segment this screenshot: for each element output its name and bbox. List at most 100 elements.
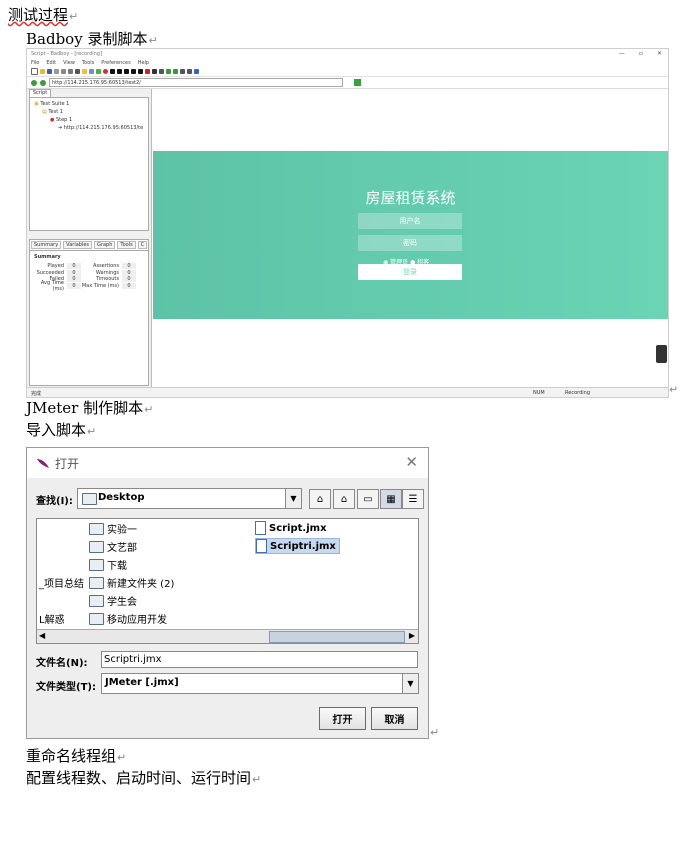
badboy-left-panel: Script ▣ Test Suite 1 ▤ Test 1 ● Step 1 … [27, 89, 152, 387]
minimize-icon[interactable]: — [619, 50, 625, 57]
summary-label: Warnings [95, 269, 119, 276]
horizontal-scrollbar[interactable]: ◀ ▶ [37, 629, 418, 643]
n-icon[interactable] [145, 69, 150, 74]
filename-input[interactable]: Scriptri.jmx [101, 651, 418, 668]
status-recording: Recording [565, 390, 591, 396]
tab-graph[interactable]: Graph [94, 241, 116, 249]
summary-value: 0 [67, 276, 81, 283]
tab-c[interactable]: C [137, 241, 148, 249]
home-icon[interactable]: ⌂ [333, 489, 355, 509]
badboy-title-bar: Script - Badboy - [recording] — ▫ ✕ [27, 49, 668, 59]
open-button[interactable]: 打开 [319, 707, 366, 730]
check-icon[interactable] [166, 69, 171, 74]
summary-value: 0 [122, 263, 136, 270]
chevron-down-icon[interactable]: ▼ [402, 674, 418, 693]
filetype-combo[interactable]: JMeter [.jmx] ▼ [101, 673, 419, 694]
bulb-icon[interactable] [82, 69, 87, 74]
link-icon[interactable] [187, 69, 192, 74]
tree-test[interactable]: ▤ Test 1 [42, 109, 63, 115]
folder-item[interactable]: 文艺部 [89, 539, 137, 554]
summary-row: Avg Time (ms) 0 Max Time (ms) 0 [30, 280, 148, 292]
scroll-thumb[interactable] [269, 631, 405, 643]
tree-step[interactable]: ● Step 1 [50, 117, 72, 123]
close-icon[interactable]: ✕ [657, 50, 662, 57]
url-input[interactable]: http://114.215.176.95:60513/test2/ [49, 78, 343, 87]
up-one-level-icon[interactable]: ⌂ [309, 489, 331, 509]
menu-edit[interactable]: Edit [46, 60, 56, 66]
look-in-value: Desktop [98, 492, 145, 503]
heading-rename: 重命名线程组↵ [26, 747, 127, 765]
folder-item[interactable]: 移动应用开发 [89, 611, 167, 626]
username-input[interactable]: 用户名 [358, 213, 462, 229]
stop-icon[interactable] [110, 69, 115, 74]
folder-item[interactable]: 下载 [89, 557, 127, 572]
record-icon[interactable] [103, 69, 108, 74]
status-num: NUM [533, 390, 545, 396]
badboy-status-bar: 完成 NUM Recording [27, 387, 668, 397]
file-item-selected[interactable]: Scriptri.jmx [255, 538, 340, 554]
folder-icon [89, 540, 104, 553]
capture-icon[interactable] [152, 69, 157, 74]
summary-label: Succeeded [36, 269, 64, 276]
chevron-down-icon[interactable]: ▼ [285, 489, 301, 508]
tab-tools[interactable]: Tools [117, 241, 136, 249]
filename-label: 文件名(N): [36, 658, 88, 669]
heading-config: 配置线程数、启动时间、运行时间↵ [26, 769, 262, 787]
summary-rows: Played 0 Assertions 0 Succeeded 0 Warnings 0 Fai… [30, 263, 148, 292]
tab-summary[interactable]: Summary [31, 241, 62, 249]
cut-icon[interactable] [54, 69, 59, 74]
folder-item[interactable]: 实验一 [89, 521, 137, 536]
folder-item[interactable]: 新建文件夹 (2) [89, 575, 174, 590]
print-icon[interactable] [75, 69, 80, 74]
play-all-icon[interactable] [96, 69, 101, 74]
side-widget-icon[interactable] [656, 345, 667, 363]
paste-icon[interactable] [68, 69, 73, 74]
copy-icon[interactable] [61, 69, 66, 74]
login-button[interactable]: 登录 [358, 264, 462, 280]
cut-item[interactable]: L解惑 [39, 611, 65, 626]
play-icon[interactable] [117, 69, 122, 74]
new-icon[interactable] [31, 68, 38, 75]
maximize-icon[interactable]: ▫ [639, 50, 643, 57]
folder-icon [82, 493, 97, 505]
open-icon[interactable] [40, 69, 45, 74]
list-view-icon[interactable]: ▦ [380, 489, 402, 509]
folder-item[interactable]: 学生会 [89, 593, 137, 608]
dollar-icon[interactable] [173, 69, 178, 74]
tree-suite[interactable]: ▣ Test Suite 1 [34, 101, 69, 107]
scroll-left-icon[interactable]: ◀ [39, 631, 45, 640]
back-icon[interactable] [31, 79, 37, 86]
close-icon[interactable]: ✕ [405, 453, 418, 471]
cut-item[interactable]: _项目总结 [39, 575, 84, 590]
menu-tools[interactable]: Tools [82, 60, 94, 66]
step-icon[interactable] [124, 69, 129, 74]
cancel-button[interactable]: 取消 [371, 707, 418, 730]
save-icon[interactable] [47, 69, 52, 74]
properties-icon[interactable] [89, 69, 94, 74]
skip-icon[interactable] [131, 69, 136, 74]
open-dialog: 打开 ✕ 查找(I): Desktop ▼ ⌂ ⌂ ▭ ▦ ☰ 实验一 文艺部 … [26, 447, 429, 739]
file-item[interactable]: Script.jmx [255, 521, 327, 535]
return-mark: ↵ [69, 10, 79, 23]
new-folder-icon[interactable]: ▭ [357, 489, 379, 509]
grid-icon[interactable] [159, 69, 164, 74]
variable-icon[interactable] [180, 69, 185, 74]
menu-file[interactable]: File [31, 60, 39, 66]
menu-preferences[interactable]: Preferences [101, 60, 130, 66]
return-mark: ↵ [117, 751, 127, 764]
go-icon[interactable] [354, 79, 361, 86]
return-mark: ↵ [669, 383, 679, 396]
menu-help[interactable]: Help [138, 60, 149, 66]
system-title: 房屋租赁系统 [365, 189, 456, 207]
scroll-right-icon[interactable]: ▶ [409, 631, 415, 640]
password-input[interactable]: 密码 [358, 235, 462, 251]
forward-nav-icon[interactable] [40, 79, 46, 86]
folder-icon [89, 558, 104, 571]
look-in-combo[interactable]: Desktop ▼ [77, 488, 302, 509]
menu-view[interactable]: View [63, 60, 75, 66]
details-view-icon[interactable]: ☰ [402, 489, 424, 509]
forward-icon[interactable] [138, 69, 143, 74]
tab-variables[interactable]: Variables [63, 241, 93, 249]
jmeter-export-icon[interactable] [194, 69, 199, 74]
tree-request[interactable]: ➜ http://114.215.176.95:60513/te [58, 125, 143, 131]
